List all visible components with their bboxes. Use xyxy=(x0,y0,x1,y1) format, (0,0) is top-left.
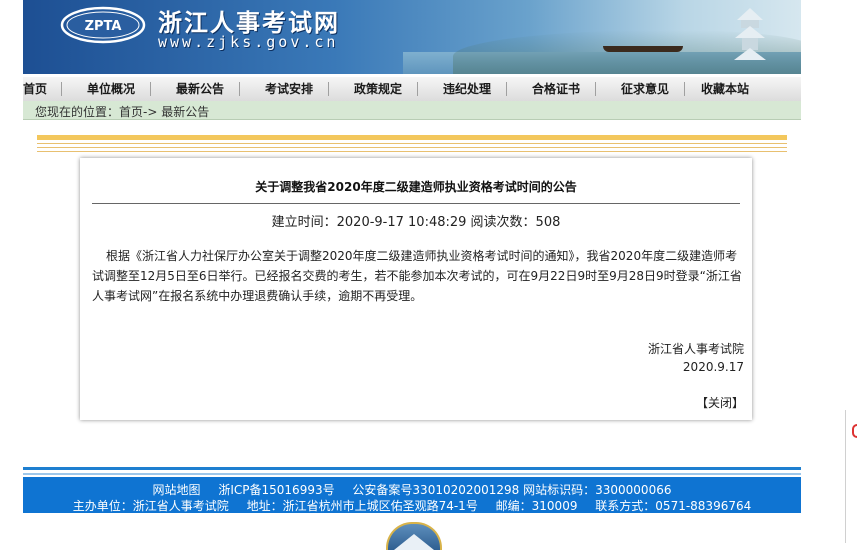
footer-row-2: 主办单位：浙江省人事考试院 地址：浙江省杭州市上城区佑圣观路74-1号 邮编：3… xyxy=(23,497,801,514)
article-meta: 建立时间：2020-9-17 10:48:29 阅读次数：508 xyxy=(271,215,561,230)
decorative-line xyxy=(37,143,787,144)
logo-text: ZPTA xyxy=(85,19,122,34)
nav-item-home[interactable]: 首页 xyxy=(23,77,47,101)
address: 地址：浙江省杭州市上城区佑圣观路74-1号 xyxy=(246,499,478,513)
icp-link[interactable]: 浙ICP备15016993号 xyxy=(218,483,334,497)
decorative-line xyxy=(37,151,787,152)
nav-item-about[interactable]: 单位概况 xyxy=(87,77,135,101)
close-link[interactable]: 【关闭】 xyxy=(696,394,744,411)
article-card: 关于调整我省2020年度二级建造师执业资格考试时间的公告 建立时间：2020-9… xyxy=(80,158,752,420)
article-body: 根据《浙江省人力社保厅办公室关于调整2020年度二级建造师执业资格考试时间的通知… xyxy=(92,249,742,303)
page: ZPTA 浙江人事考试网 www.zjks.gov.cn 首页 单位概况 最新公… xyxy=(23,0,801,550)
nav-item-exam-schedule[interactable]: 考试安排 xyxy=(265,77,313,101)
side-widget-icon xyxy=(852,424,857,438)
footer-line xyxy=(23,473,801,475)
header-banner: ZPTA 浙江人事考试网 www.zjks.gov.cn xyxy=(23,0,801,74)
zpta-logo[interactable]: ZPTA xyxy=(60,6,146,44)
article-title: 关于调整我省2020年度二级建造师执业资格考试时间的公告 xyxy=(255,180,577,194)
nav-separator xyxy=(328,82,329,96)
main-nav: 首页 单位概况 最新公告 考试安排 政策规定 违纪处理 合格证书 征求意见 收藏… xyxy=(23,77,801,102)
site-url: www.zjks.gov.cn xyxy=(158,33,339,51)
breadcrumb: 您现在的位置：首页-> 最新公告 xyxy=(23,101,801,120)
postcode: 邮编：310009 xyxy=(495,499,578,513)
footer-line xyxy=(23,467,801,470)
boat-decoration xyxy=(603,46,683,52)
nav-separator xyxy=(684,82,685,96)
signature-org: 浙江省人事考试院 xyxy=(647,342,744,356)
sitemap-link[interactable]: 网站地图 xyxy=(153,483,201,497)
pagoda-icon xyxy=(734,8,766,60)
side-widget-fragment xyxy=(845,410,857,543)
police-record: 公安备案号33010202001298 网站标识码：3300000066 xyxy=(352,483,672,497)
breadcrumb-text: 您现在的位置：首页-> 最新公告 xyxy=(35,105,210,119)
footer: 网站地图 浙ICP备15016993号 公安备案号33010202001298 … xyxy=(23,477,801,513)
nav-separator xyxy=(417,82,418,96)
nav-separator xyxy=(239,82,240,96)
contact: 联系方式：0571-88396764 xyxy=(595,499,752,513)
decorative-stripe xyxy=(37,135,787,140)
nav-separator xyxy=(506,82,507,96)
nav-separator xyxy=(595,82,596,96)
footer-row-1: 网站地图 浙ICP备15016993号 公安备案号33010202001298 … xyxy=(23,481,801,498)
decorative-line xyxy=(37,147,787,148)
signature-date: 2020.9.17 xyxy=(682,360,744,374)
gov-badge-icon[interactable] xyxy=(386,522,442,550)
nav-item-discipline[interactable]: 违纪处理 xyxy=(443,77,491,101)
nav-separator xyxy=(61,82,62,96)
host-org: 主办单位：浙江省人事考试院 xyxy=(72,499,229,513)
nav-item-policy[interactable]: 政策规定 xyxy=(354,77,402,101)
nav-item-announcements[interactable]: 最新公告 xyxy=(176,77,224,101)
title-divider xyxy=(92,203,740,204)
nav-separator xyxy=(150,82,151,96)
nav-item-bookmark[interactable]: 收藏本站 xyxy=(701,77,749,101)
nav-item-feedback[interactable]: 征求意见 xyxy=(621,77,669,101)
nav-item-certificates[interactable]: 合格证书 xyxy=(532,77,580,101)
